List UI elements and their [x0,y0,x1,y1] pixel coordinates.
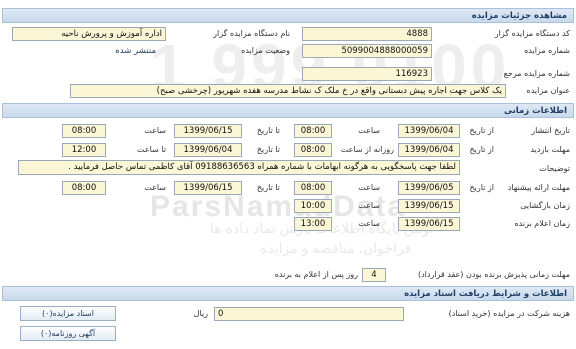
notes-field: لطفا جهت پاسخگویی به هرگونه ابهامات با ش… [18,160,460,175]
ref-field: 116923 [302,67,432,81]
opening-label: زمان بازگشایی [520,201,570,210]
offer-to-time: 08:00 [62,181,106,195]
opening-time: 10:00 [294,199,332,213]
offer-from-time-label: ساعت [358,183,380,192]
visit-daily-label: روزانه از ساعت [340,145,394,154]
winner-time-label: ساعت [358,219,380,228]
visit-to-label: تا تاریخ [256,145,280,154]
publish-to-date: 1399/06/15 [174,124,242,138]
title-field: یک کلاس جهت اجاره پیش دبستانی واقع در خ … [70,84,506,98]
accept-suffix: روز پس از اعلام به برنده [274,270,358,279]
publish-from-date: 1399/06/04 [398,124,460,138]
publish-from-time: 08:00 [294,124,332,138]
visit-until-label: تا ساعت [137,145,166,154]
offer-from-time: 08:00 [294,181,332,195]
visit-to-time: 12:00 [62,143,106,157]
winner-date: 1399/06/15 [398,217,460,231]
opening-date: 1399/06/15 [398,199,460,213]
offer-to-label: تا تاریخ [256,183,280,192]
docs-button[interactable]: اسناد مزایده(۰) [20,306,116,321]
offer-from-date: 1399/06/05 [398,181,460,195]
notes-label: توضیحات [539,164,570,173]
publish-from-time-label: ساعت [358,126,380,135]
offer-label: مهلت ارائه پیشنهاد [507,183,570,192]
publish-to-time-label: ساعت [144,126,166,135]
currency-label: ریال [193,309,208,318]
visit-from-time: 08:00 [294,143,332,157]
status-value: منتشر شده [115,46,156,56]
org-name-field: اداره آموزش و پرورش ناحیه [12,27,166,41]
ref-label: شماره مزایده مرجع [503,69,570,78]
publish-label: تاریخ انتشار [531,126,570,135]
watermark-line2: فراخوان، مناقصه و مزایده [260,240,412,256]
publish-from-label: از تاریخ [469,126,494,135]
newspaper-ad-button[interactable]: آگهی روزنامه(۰) [20,326,116,341]
section-header-timing: اطلاعات زمانی [2,103,574,118]
winner-time: 13:00 [294,217,332,231]
org-code-field: 4888 [302,27,432,41]
offer-from-label: از تاریخ [469,183,494,192]
publish-to-label: تا تاریخ [256,126,280,135]
visit-from-date: 1399/06/04 [398,143,460,157]
status-label: وضعیت مزایده [241,46,290,55]
org-code-label: کد دستگاه مزایده گزار [494,29,570,38]
org-name-label: نام دستگاه مزایده گزار [213,29,290,38]
opening-time-label: ساعت [358,201,380,210]
accept-label: مهلت زمانی پذیرش برنده بودن (عقد قرارداد… [417,270,570,279]
section-header-terms: اطلاعات و شرایط دریافت اسناد مزایده [2,286,574,301]
accept-days: 4 [362,268,386,282]
visit-label: مهلت بازدید [530,145,570,154]
section-header-details: مشاهده جزئیات مزایده [2,8,574,23]
number-field: 5099004888000059 [302,44,432,58]
publish-to-time: 08:00 [62,124,106,138]
offer-to-time-label: ساعت [144,183,166,192]
fee-field: 0 [214,307,404,321]
offer-to-date: 1399/06/15 [174,181,242,195]
number-label: شماره مزایده [524,46,570,55]
title-label: عنوان مزایده [526,86,571,95]
visit-from-label: از تاریخ [469,145,494,154]
winner-label: زمان اعلام برنده [514,219,570,228]
visit-to-date: 1399/06/04 [174,143,242,157]
fee-label: هزینه شرکت در مزایده (خرید اسناد) [448,309,570,318]
